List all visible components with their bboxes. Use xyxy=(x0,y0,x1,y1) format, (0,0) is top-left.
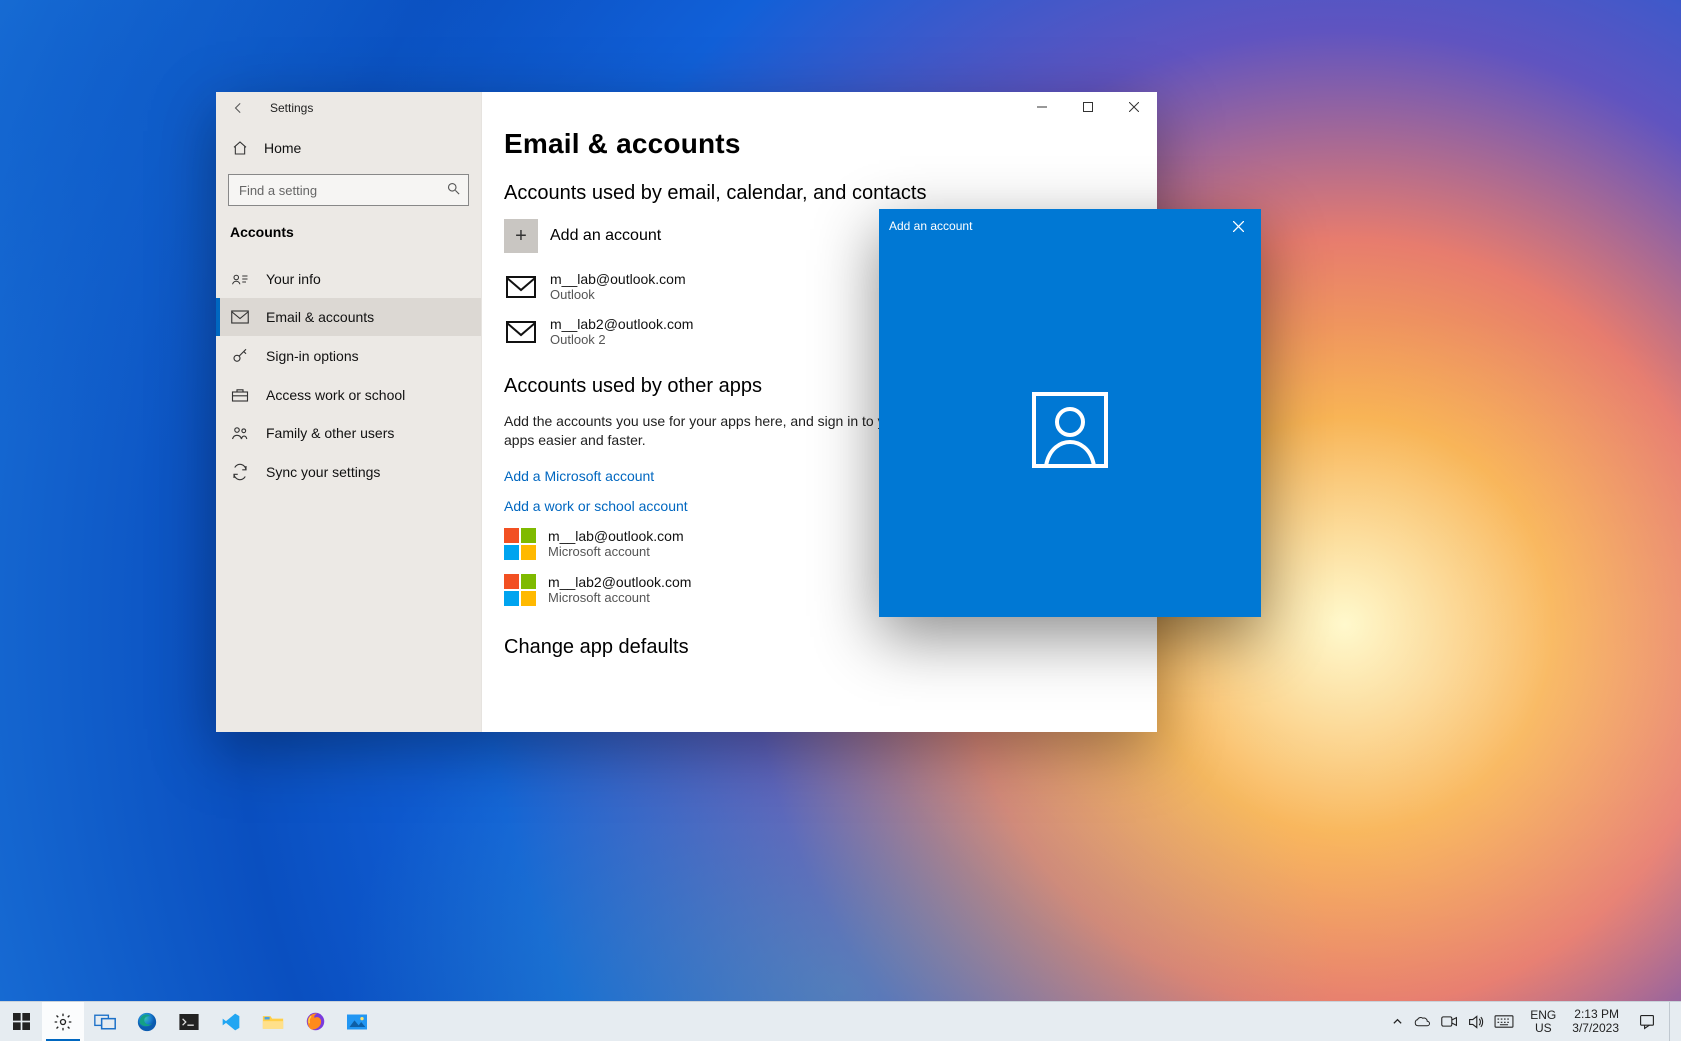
sidebar-item-home[interactable]: Home xyxy=(216,130,481,166)
lang-bottom: US xyxy=(1530,1022,1556,1035)
sidebar-item-label: Email & accounts xyxy=(266,309,374,325)
account-text: m__lab@outlook.com Microsoft account xyxy=(548,528,684,559)
search-wrapper xyxy=(228,174,469,206)
sidebar-item-sync[interactable]: Sync your settings xyxy=(216,452,481,492)
key-icon xyxy=(230,347,250,365)
section-change-defaults: Change app defaults xyxy=(504,636,1135,659)
taskbar-right: ENG US 2:13 PM 3/7/2023 xyxy=(1386,1002,1681,1041)
mail-icon xyxy=(230,310,250,324)
sidebar-item-label: Sync your settings xyxy=(266,464,380,480)
clock-date: 3/7/2023 xyxy=(1572,1022,1619,1036)
show-desktop-button[interactable] xyxy=(1669,1002,1677,1041)
add-account-dialog: Add an account xyxy=(879,209,1261,617)
microsoft-logo-icon xyxy=(504,574,536,606)
clock-time: 2:13 PM xyxy=(1572,1008,1619,1022)
sidebar-items: Your info Email & accounts Sign-in optio… xyxy=(216,260,481,492)
dialog-close-button[interactable] xyxy=(1225,213,1251,239)
account-provider: Outlook 2 xyxy=(550,332,693,347)
search-input[interactable] xyxy=(228,174,469,206)
briefcase-icon xyxy=(230,387,250,403)
dialog-header: Add an account xyxy=(879,209,1261,243)
account-address: m__lab2@outlook.com xyxy=(548,574,691,590)
keyboard-icon[interactable] xyxy=(1494,1015,1514,1028)
account-address: m__lab2@outlook.com xyxy=(550,316,693,332)
account-text: m__lab2@outlook.com Microsoft account xyxy=(548,574,691,605)
search-icon xyxy=(446,181,461,196)
person-card-icon xyxy=(230,271,250,287)
taskbar-app-firefox[interactable] xyxy=(294,1002,336,1041)
clock[interactable]: 2:13 PM 3/7/2023 xyxy=(1566,1008,1625,1036)
volume-icon[interactable] xyxy=(1468,1015,1484,1029)
microsoft-logo-icon xyxy=(504,528,536,560)
account-text: m__lab@outlook.com Outlook xyxy=(550,271,686,302)
sidebar-item-work-school[interactable]: Access work or school xyxy=(216,376,481,414)
sidebar-item-family[interactable]: Family & other users xyxy=(216,414,481,452)
back-icon[interactable] xyxy=(230,99,248,117)
dialog-title: Add an account xyxy=(889,219,972,233)
taskbar-app-settings[interactable] xyxy=(42,1002,84,1041)
home-icon xyxy=(230,140,250,156)
chevron-up-icon[interactable] xyxy=(1392,1016,1403,1027)
account-type: Microsoft account xyxy=(548,590,691,605)
section-email-accounts: Accounts used by email, calendar, and co… xyxy=(504,182,1135,205)
sync-icon xyxy=(230,463,250,481)
meet-now-icon[interactable] xyxy=(1441,1015,1458,1028)
account-type: Microsoft account xyxy=(548,544,684,559)
sidebar-item-your-info[interactable]: Your info xyxy=(216,260,481,298)
start-button[interactable] xyxy=(0,1002,42,1041)
taskbar-app-edge[interactable] xyxy=(126,1002,168,1041)
taskbar-left xyxy=(0,1002,378,1041)
maximize-button[interactable] xyxy=(1065,92,1111,122)
people-icon xyxy=(230,425,250,441)
add-account-label: Add an account xyxy=(550,227,661,245)
language-indicator[interactable]: ENG US xyxy=(1526,1009,1560,1034)
page-title: Email & accounts xyxy=(504,128,1135,160)
onedrive-icon[interactable] xyxy=(1413,1016,1431,1028)
account-address: m__lab@outlook.com xyxy=(548,528,684,544)
taskbar: ENG US 2:13 PM 3/7/2023 xyxy=(0,1001,1681,1041)
titlebar-left: Settings xyxy=(216,92,481,124)
person-outline-icon xyxy=(1030,390,1110,470)
taskbar-app-explorer[interactable] xyxy=(252,1002,294,1041)
window-title: Settings xyxy=(270,101,313,115)
account-address: m__lab@outlook.com xyxy=(550,271,686,287)
taskbar-app-vscode[interactable] xyxy=(210,1002,252,1041)
sidebar-item-label: Family & other users xyxy=(266,425,394,441)
taskbar-app-photos[interactable] xyxy=(336,1002,378,1041)
taskbar-app-terminal[interactable] xyxy=(168,1002,210,1041)
taskbar-app-taskview[interactable] xyxy=(84,1002,126,1041)
dialog-body xyxy=(879,243,1261,617)
lang-top: ENG xyxy=(1530,1009,1556,1022)
sidebar-item-label: Sign-in options xyxy=(266,348,359,364)
plus-icon: + xyxy=(504,219,538,253)
action-center-icon[interactable] xyxy=(1631,1014,1663,1030)
sidebar-item-label: Access work or school xyxy=(266,387,405,403)
settings-sidebar: Settings Home Accounts Your info xyxy=(216,92,482,732)
minimize-button[interactable] xyxy=(1019,92,1065,122)
window-controls xyxy=(1019,92,1157,122)
system-tray[interactable] xyxy=(1386,1015,1520,1029)
account-provider: Outlook xyxy=(550,287,686,302)
sidebar-item-label: Your info xyxy=(266,271,321,287)
close-button[interactable] xyxy=(1111,92,1157,122)
mail-icon xyxy=(504,319,538,345)
sidebar-category: Accounts xyxy=(216,212,481,246)
home-label: Home xyxy=(264,140,301,156)
mail-icon xyxy=(504,274,538,300)
sidebar-item-email-accounts[interactable]: Email & accounts xyxy=(216,298,481,336)
sidebar-item-sign-in[interactable]: Sign-in options xyxy=(216,336,481,376)
account-text: m__lab2@outlook.com Outlook 2 xyxy=(550,316,693,347)
